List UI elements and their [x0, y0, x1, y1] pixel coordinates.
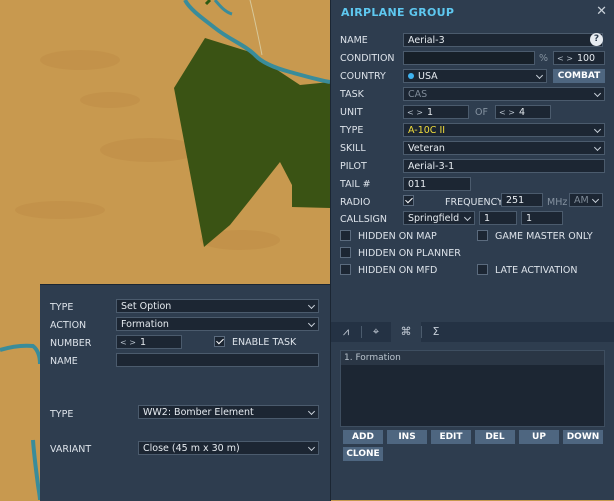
late-activation-checkbox[interactable] — [477, 264, 488, 275]
task-name-field[interactable] — [116, 353, 319, 367]
tab-commands[interactable]: ⌘ — [391, 322, 421, 342]
tab-summary[interactable]: Σ — [421, 322, 451, 342]
condition-unit: % — [539, 53, 549, 64]
number-stepper[interactable]: < >1 — [116, 335, 182, 349]
list-item[interactable]: 1. Formation — [341, 351, 604, 365]
close-icon[interactable]: ✕ — [596, 4, 607, 19]
country-select[interactable]: USA — [403, 69, 547, 83]
hidden-on-map-label: HIDDEN ON MAP — [358, 231, 437, 242]
tail-label: TAIL # — [340, 179, 371, 190]
sigma-icon: Σ — [432, 325, 440, 338]
skill-label: SKILL — [340, 143, 366, 154]
hidden-on-mfd-label: HIDDEN ON MFD — [358, 265, 438, 276]
add-button[interactable]: ADD — [343, 430, 383, 444]
task-list[interactable]: 1. Formation — [340, 350, 605, 427]
task-type-select[interactable]: Set Option — [116, 299, 319, 313]
hidden-on-planner-checkbox[interactable] — [340, 247, 351, 258]
callsign-label: CALLSIGN — [340, 214, 388, 225]
name-label: NAME — [340, 35, 368, 46]
airplane-group-panel: AIRPLANE GROUP ✕ NAME Aerial-3 ? CONDITI… — [330, 0, 614, 500]
hidden-on-mfd-checkbox[interactable] — [340, 264, 351, 275]
frequency-unit: MHz — [547, 197, 568, 208]
condition-value: 100 — [576, 53, 596, 64]
edit-button[interactable]: EDIT — [431, 430, 471, 444]
country-dot-icon — [408, 73, 414, 79]
action-select[interactable]: Formation — [116, 317, 319, 331]
up-button[interactable]: UP — [519, 430, 559, 444]
command-icon: ⌘ — [400, 325, 412, 338]
country-label: COUNTRY — [340, 71, 386, 82]
modulation-select[interactable]: AM — [569, 193, 603, 207]
panel-tabs: ⩘ ⌖ ⌘ Σ — [331, 322, 614, 342]
game-master-only-label: GAME MASTER ONLY — [495, 231, 593, 242]
insert-button[interactable]: INS — [387, 430, 427, 444]
enable-task-label: ENABLE TASK — [232, 337, 297, 348]
task-options-panel: TYPE Set Option ACTION Formation NUMBER … — [40, 284, 331, 501]
tail-number-field[interactable]: 011 — [403, 177, 471, 191]
enable-task-checkbox[interactable] — [214, 336, 225, 347]
condition-bar[interactable] — [403, 51, 535, 65]
tab-targets[interactable]: ⌖ — [361, 322, 391, 342]
task-name-label: NAME — [50, 356, 78, 367]
task-select[interactable]: CAS — [403, 87, 605, 101]
radio-label: RADIO — [340, 197, 371, 208]
panel-title: AIRPLANE GROUP — [341, 6, 455, 19]
tab-route[interactable]: ⩘ — [331, 322, 361, 342]
clone-button[interactable]: CLONE — [343, 447, 383, 461]
skill-select[interactable]: Veteran — [403, 141, 605, 155]
country-value: USA — [418, 71, 438, 82]
combat-button[interactable]: COMBAT — [553, 69, 605, 83]
callsign-select[interactable]: Springfield — [403, 211, 475, 225]
stepper-arrows-icon[interactable]: < > — [120, 338, 136, 347]
frequency-field[interactable]: 251 — [501, 193, 543, 207]
down-button[interactable]: DOWN — [563, 430, 603, 444]
condition-label: CONDITION — [340, 53, 395, 64]
hidden-on-planner-label: HIDDEN ON PLANNER — [358, 248, 461, 259]
variant-select[interactable]: Close (45 m x 30 m) — [138, 441, 319, 455]
condition-stepper[interactable]: < >100 — [553, 51, 605, 65]
delete-button[interactable]: DEL — [475, 430, 515, 444]
stepper-arrows-icon[interactable]: < > — [499, 108, 515, 117]
frequency-label: FREQUENCY — [445, 197, 503, 208]
unit-stepper[interactable]: < >1 — [403, 105, 469, 119]
unit-label: UNIT — [340, 107, 363, 118]
unit-value: 1 — [426, 107, 433, 118]
late-activation-label: LATE ACTIVATION — [495, 265, 578, 276]
target-icon: ⌖ — [372, 325, 380, 338]
formation-type-label: TYPE — [50, 409, 74, 420]
callsign-number-1[interactable]: 1 — [479, 211, 517, 225]
callsign-number-2[interactable]: 1 — [521, 211, 563, 225]
formation-type-select[interactable]: WW2: Bomber Element — [138, 405, 319, 419]
help-icon[interactable]: ? — [590, 33, 603, 46]
group-name-field[interactable]: Aerial-3 — [403, 33, 603, 47]
of-label: OF — [475, 107, 488, 118]
unit-total-value: 4 — [518, 107, 525, 118]
pilot-label: PILOT — [340, 161, 367, 172]
number-value: 1 — [139, 337, 146, 348]
number-label: NUMBER — [50, 338, 92, 349]
action-label: ACTION — [50, 320, 87, 331]
variant-label: VARIANT — [50, 444, 92, 455]
task-label: TASK — [340, 89, 364, 100]
pilot-field[interactable]: Aerial-3-1 — [403, 159, 605, 173]
radio-checkbox[interactable] — [403, 195, 414, 206]
hidden-on-map-checkbox[interactable] — [340, 230, 351, 241]
unit-total-stepper[interactable]: < >4 — [495, 105, 551, 119]
stepper-arrows-icon[interactable]: < > — [557, 54, 573, 63]
task-type-label: TYPE — [50, 302, 74, 313]
route-icon: ⩘ — [342, 325, 350, 338]
stepper-arrows-icon[interactable]: < > — [407, 108, 423, 117]
aircraft-type-select[interactable]: A-10C II — [403, 123, 605, 137]
game-master-only-checkbox[interactable] — [477, 230, 488, 241]
type-label: TYPE — [340, 125, 364, 136]
